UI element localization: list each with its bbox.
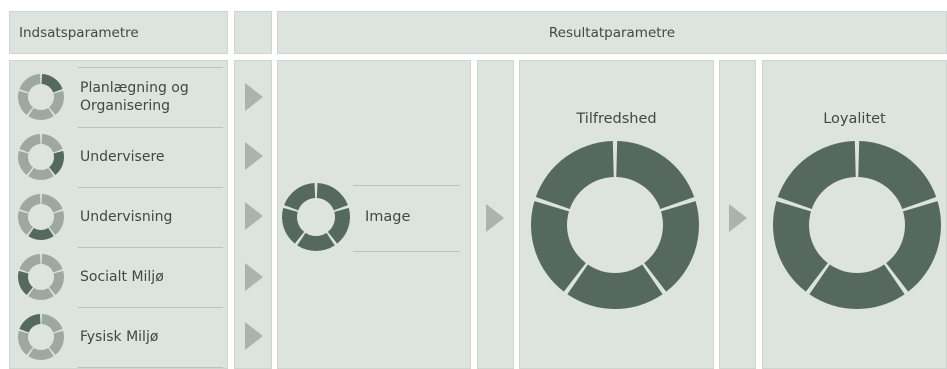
ring-segment [297,232,335,251]
ring-segment [777,141,856,209]
ring-icon [17,74,64,120]
input-item-social: Socialt Miljø [10,247,228,308]
ring-segment [41,254,63,273]
arrow-right-icon [245,142,263,170]
ring-icon [17,194,64,240]
ring-segment [616,141,695,209]
ring-segment [28,167,54,180]
satisfaction-title: Tilfredshed [576,111,657,127]
arrow-right-icon [245,263,263,291]
ring-segment [809,264,905,309]
ring-segment [17,270,33,295]
ring-segment [644,201,699,292]
ring-segment [19,194,41,213]
loyalty-ring-icon [773,141,941,309]
ring-segment [282,207,305,244]
ring-segment [858,141,937,209]
ring-segment [49,330,64,355]
arrow-right-icon [729,204,747,232]
divider [353,185,460,186]
ring-segment [17,90,33,115]
ring-segment [49,210,64,235]
input-item-label: Planlægning og Organisering [80,80,189,114]
result-parameters-header: Resultatparametre [277,11,947,54]
result-parameters-title: Resultatparametre [548,24,676,41]
input-parameters-title: Indsatsparametre [19,24,139,41]
ring-segment [284,183,316,211]
ring-segment [19,134,41,153]
ring-segment [49,90,64,115]
ring-segment [41,134,63,153]
ring-segment [17,330,33,355]
loyalty-title: Loyalitet [823,111,886,127]
ring-segment [19,314,41,333]
input-parameters-header: Indsatsparametre [9,11,228,54]
divider [353,251,460,252]
input-item-label: Socialt Miljø [80,269,164,285]
input-item-planning: Planlægning og Organisering [10,67,228,128]
ring-icon [17,314,64,360]
ring-segment [567,264,663,309]
input-item-teaching: Undervisning [10,187,228,248]
ring-segment [316,183,348,211]
ring-icon [17,254,64,300]
ring-segment [531,201,586,292]
input-item-teachers: Undervisere [10,127,228,188]
ring-segment [41,74,63,93]
header-spacer [234,11,272,54]
image-ring-icon [282,183,350,251]
ring-segment [28,287,54,300]
ring-segment [28,227,54,240]
ring-segment [535,141,614,209]
image-label: Image [365,209,411,225]
arrow-right-icon [245,83,263,111]
arrow-right-icon [245,322,263,350]
input-item-label: Fysisk Miljø [80,329,159,345]
ring-segment [773,201,828,292]
ring-segment [19,74,41,93]
ring-segment [49,270,64,295]
ring-icon [17,134,64,180]
arrow-right-icon [486,204,504,232]
ring-segment [49,150,64,175]
satisfaction-ring-icon [531,141,699,309]
ring-segment [41,314,63,333]
arrow-right-icon [245,202,263,230]
divider [78,367,223,368]
input-item-label: Undervisning [80,209,173,225]
ring-segment [327,207,350,244]
ring-segment [28,347,54,360]
ring-segment [19,254,41,273]
ring-segment [17,210,33,235]
ring-segment [41,194,63,213]
ring-segment [886,201,941,292]
ring-segment [28,107,54,120]
input-item-label: Undervisere [80,149,165,165]
ring-segment [17,150,33,175]
input-item-physical: Fysisk Miljø [10,307,228,368]
